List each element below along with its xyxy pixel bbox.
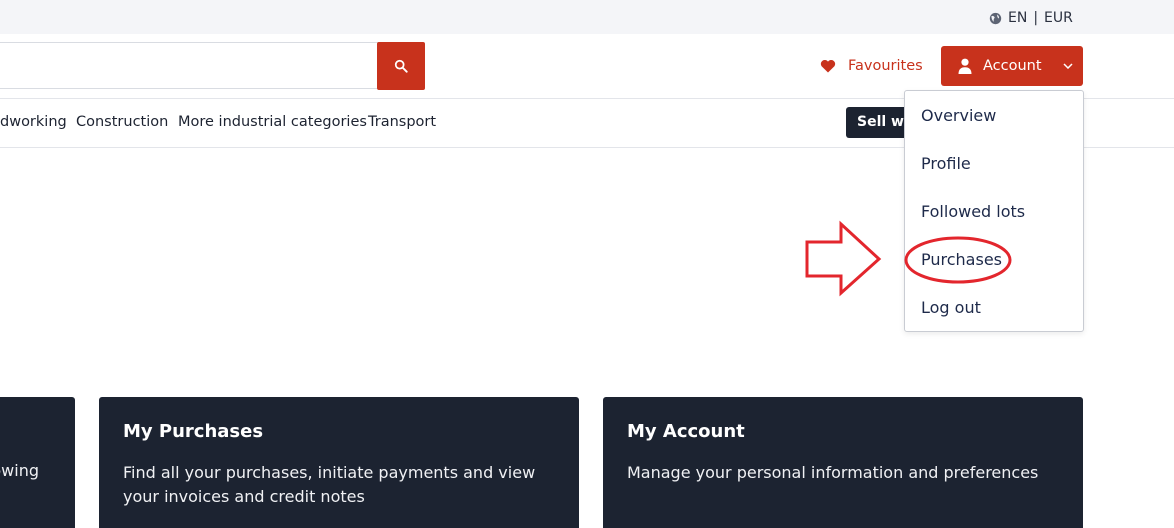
- card-my-purchases[interactable]: My Purchases Find all your purchases, in…: [99, 397, 579, 528]
- account-label: Account: [983, 58, 1042, 74]
- menu-item-followed-lots[interactable]: Followed lots: [921, 202, 1025, 221]
- language-currency-selector[interactable]: EN | EUR: [989, 9, 1073, 27]
- card-following-text: owing: [0, 461, 39, 480]
- card-description: Manage your personal information and pre…: [627, 463, 1039, 482]
- category-transport[interactable]: Transport: [368, 114, 436, 130]
- top-utility-bar: EN | EUR: [0, 0, 1174, 34]
- card-title: My Account: [627, 421, 745, 442]
- menu-item-profile[interactable]: Profile: [921, 154, 971, 173]
- heart-icon: [820, 59, 836, 73]
- category-more-industrial[interactable]: More industrial categories: [178, 114, 367, 130]
- annotation-arrow: [805, 220, 882, 297]
- lang-separator: |: [1033, 10, 1039, 26]
- favourites-label: Favourites: [848, 58, 923, 74]
- account-dropdown-menu: Overview Profile Followed lots Purchases…: [904, 90, 1084, 332]
- currency-label: EUR: [1044, 10, 1073, 26]
- card-following[interactable]: owing: [0, 397, 75, 528]
- menu-item-purchases[interactable]: Purchases: [921, 250, 1002, 269]
- search-input[interactable]: [0, 42, 380, 89]
- category-construction[interactable]: Construction: [76, 114, 168, 130]
- category-woodworking[interactable]: dworking: [0, 114, 67, 130]
- language-label: EN: [1008, 10, 1028, 26]
- menu-item-log-out[interactable]: Log out: [921, 298, 981, 317]
- globe-icon: [989, 12, 1002, 24]
- favourites-link[interactable]: Favourites: [820, 56, 923, 76]
- card-description: Find all your purchases, initiate paymen…: [123, 463, 536, 506]
- user-icon: [958, 58, 972, 74]
- menu-item-overview[interactable]: Overview: [921, 106, 996, 125]
- search-icon: [394, 59, 408, 73]
- card-my-account[interactable]: My Account Manage your personal informat…: [603, 397, 1083, 528]
- chevron-down-icon: [1063, 63, 1073, 69]
- card-title: My Purchases: [123, 421, 264, 442]
- account-button[interactable]: Account: [941, 46, 1083, 86]
- search-button[interactable]: [377, 42, 425, 90]
